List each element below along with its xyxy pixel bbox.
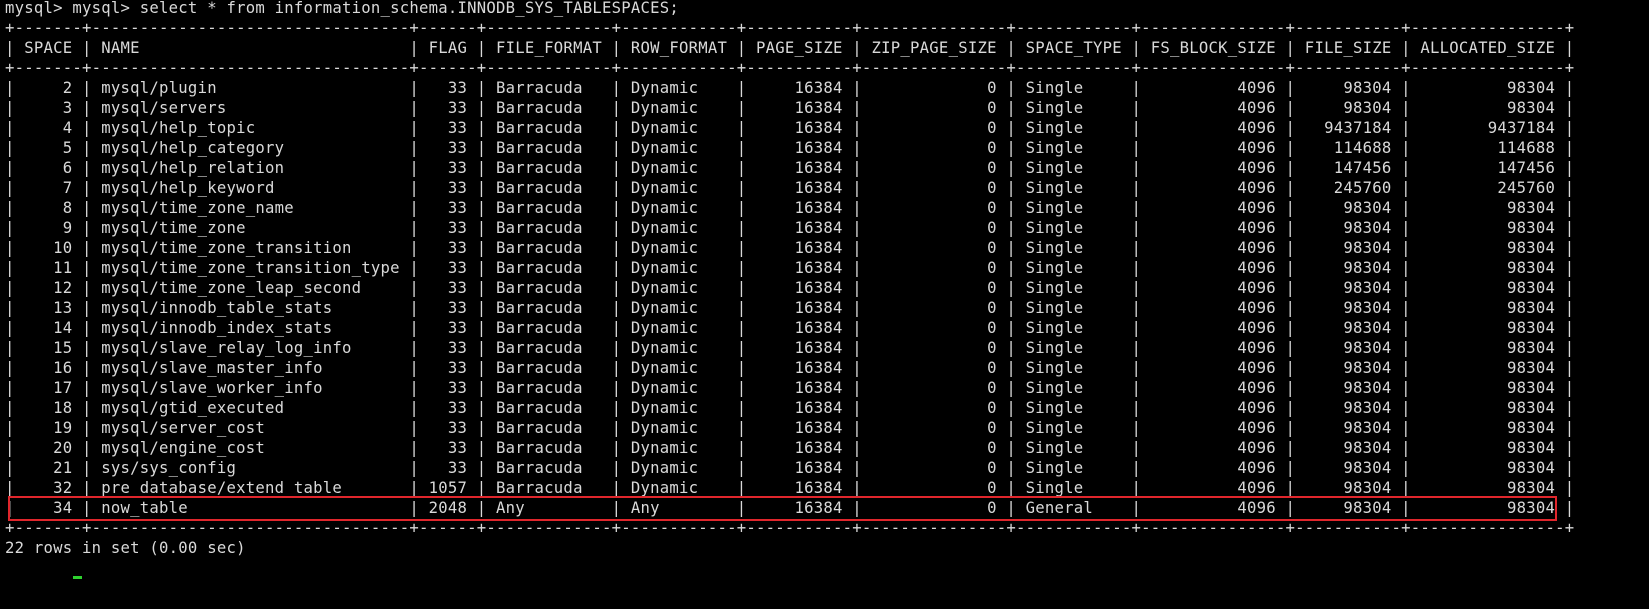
table-row: | 14 | mysql/innodb_index_stats | 33 | B… xyxy=(5,319,1575,337)
table-row-highlighted: | 34 | now_table | 2048 | Any | Any | 16… xyxy=(5,499,1575,517)
table-row: | 17 | mysql/slave_worker_info | 33 | Ba… xyxy=(5,379,1575,397)
table-row: | 3 | mysql/servers | 33 | Barracuda | D… xyxy=(5,99,1575,117)
table-header-row: | SPACE | NAME | FLAG | FILE_FORMAT | RO… xyxy=(5,39,1575,57)
table-row: | 32 | pre_database/extend_table | 1057 … xyxy=(5,479,1575,497)
table-row: | 19 | mysql/server_cost | 33 | Barracud… xyxy=(5,419,1575,437)
table-row: | 15 | mysql/slave_relay_log_info | 33 |… xyxy=(5,339,1575,357)
table-row: | 21 | sys/sys_config | 33 | Barracuda |… xyxy=(5,459,1575,477)
terminal-window[interactable]: mysql> mysql> select * from information_… xyxy=(0,0,1649,609)
table-row: | 20 | mysql/engine_cost | 33 | Barracud… xyxy=(5,439,1575,457)
table-row: | 16 | mysql/slave_master_info | 33 | Ba… xyxy=(5,359,1575,377)
table-row: | 6 | mysql/help_relation | 33 | Barracu… xyxy=(5,159,1575,177)
table-row: | 8 | mysql/time_zone_name | 33 | Barrac… xyxy=(5,199,1575,217)
table-border-top: +-------+-------------------------------… xyxy=(5,19,1575,37)
table-row: | 11 | mysql/time_zone_transition_type |… xyxy=(5,259,1575,277)
table-row: | 10 | mysql/time_zone_transition | 33 |… xyxy=(5,239,1575,257)
table-row: | 4 | mysql/help_topic | 33 | Barracuda … xyxy=(5,119,1575,137)
query-result-status: 22 rows in set (0.00 sec) xyxy=(5,539,246,557)
terminal-cursor xyxy=(73,576,82,579)
table-border-bottom: +-------+-------------------------------… xyxy=(5,519,1575,537)
table-row: | 13 | mysql/innodb_table_stats | 33 | B… xyxy=(5,299,1575,317)
table-border-header: +-------+-------------------------------… xyxy=(5,59,1575,77)
table-row: | 18 | mysql/gtid_executed | 33 | Barrac… xyxy=(5,399,1575,417)
table-row: | 12 | mysql/time_zone_leap_second | 33 … xyxy=(5,279,1575,297)
table-row: | 2 | mysql/plugin | 33 | Barracuda | Dy… xyxy=(5,79,1575,97)
command-prompt-line: mysql> mysql> select * from information_… xyxy=(5,0,679,17)
table-row: | 7 | mysql/help_keyword | 33 | Barracud… xyxy=(5,179,1575,197)
table-row: | 9 | mysql/time_zone | 33 | Barracuda |… xyxy=(5,219,1575,237)
table-row: | 5 | mysql/help_category | 33 | Barracu… xyxy=(5,139,1575,157)
